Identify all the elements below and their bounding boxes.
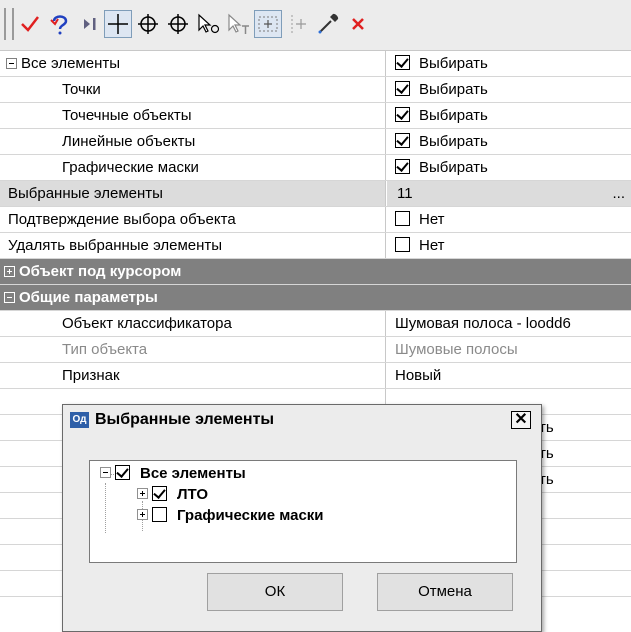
category-label: Общие параметры	[19, 289, 158, 306]
dialog-titlebar[interactable]: Од Выбранные элементы ✕	[63, 405, 541, 435]
category-label: Объект под курсором	[19, 263, 182, 280]
selected-elements-dialog: Од Выбранные элементы ✕ Все элементы ЛТО…	[62, 404, 542, 632]
eyedropper-icon[interactable]	[314, 10, 342, 38]
toolbar-grip[interactable]	[4, 8, 14, 40]
snap-line-icon[interactable]	[284, 10, 312, 38]
row-value: Выбирать	[419, 107, 488, 124]
element-tree[interactable]: Все элементы ЛТО Графические маски	[89, 460, 517, 563]
circle-crosshair-alt-icon[interactable]	[164, 10, 192, 38]
row-label: Линейные объекты	[62, 133, 196, 150]
row-value: Нет	[419, 237, 445, 254]
row-value: Выбирать	[419, 81, 488, 98]
circle-crosshair-icon[interactable]	[134, 10, 162, 38]
grid-row-selected-elements[interactable]: Выбранные элементы 11...	[0, 181, 631, 207]
grid-row-graphic-masks[interactable]: Графические маски Выбирать	[0, 155, 631, 181]
next-icon[interactable]	[76, 10, 104, 38]
row-value: Нет	[419, 211, 445, 228]
pointer-t-icon[interactable]	[224, 10, 252, 38]
cancel-button[interactable]: Отмена	[377, 573, 513, 611]
grid-row-confirm-selection[interactable]: Подтверждение выбора объекта Нет	[0, 207, 631, 233]
select-frame-icon[interactable]	[254, 10, 282, 38]
pointer-o-icon[interactable]	[194, 10, 222, 38]
collapse-icon[interactable]	[100, 467, 111, 478]
grid-row-points[interactable]: Точки Выбирать	[0, 77, 631, 103]
checkbox[interactable]	[395, 81, 410, 96]
app-icon: Од	[70, 412, 89, 428]
row-value: Новый	[395, 367, 442, 384]
grid-row-attribute[interactable]: Признак Новый	[0, 363, 631, 389]
checkbox[interactable]	[115, 465, 130, 480]
checkbox[interactable]	[395, 107, 410, 122]
grid-row-classifier-object[interactable]: Объект классификатора Шумовая полоса - l…	[0, 311, 631, 337]
grid-row-point-objects[interactable]: Точечные объекты Выбирать	[0, 103, 631, 129]
row-value: Выбирать	[419, 55, 488, 72]
checkbox[interactable]	[395, 55, 410, 70]
tree-label: Все элементы	[140, 465, 246, 482]
tree-node-graphic-masks[interactable]: Графические маски	[137, 506, 324, 526]
expand-icon[interactable]	[137, 509, 148, 520]
collapse-icon[interactable]	[4, 292, 15, 303]
row-label: Точки	[62, 81, 101, 98]
row-value: 11	[397, 185, 413, 202]
checkbox[interactable]	[152, 507, 167, 522]
grid-row-line-objects[interactable]: Линейные объекты Выбирать	[0, 129, 631, 155]
grid-row-delete-selected[interactable]: Удалять выбранные элементы Нет	[0, 233, 631, 259]
grid-row-all-elements[interactable]: Все элементы Выбирать	[0, 51, 631, 77]
row-label: Выбранные элементы	[8, 185, 163, 202]
delete-icon[interactable]	[344, 10, 372, 38]
row-label: Признак	[62, 367, 120, 384]
row-label: Подтверждение выбора объекта	[8, 211, 236, 228]
row-label: Объект классификатора	[62, 315, 232, 332]
expand-icon[interactable]	[137, 488, 148, 499]
close-button[interactable]: ✕	[511, 411, 531, 429]
toolbar	[0, 0, 631, 51]
checkbox[interactable]	[395, 211, 410, 226]
checkbox[interactable]	[152, 486, 167, 501]
checkbox[interactable]	[395, 133, 410, 148]
undo-selection-icon[interactable]	[46, 10, 74, 38]
row-label: Графические маски	[62, 159, 199, 176]
row-label: Все элементы	[21, 55, 121, 72]
grid-row-object-type[interactable]: Тип объекта Шумовые полосы	[0, 337, 631, 363]
dialog-title: Выбранные элементы	[95, 411, 275, 428]
row-label: Удалять выбранные элементы	[8, 237, 223, 254]
ellipsis-button[interactable]: ...	[612, 181, 625, 206]
row-value: Шумовые полосы	[395, 341, 518, 358]
expand-icon[interactable]	[4, 266, 15, 277]
row-label: Тип объекта	[62, 341, 148, 358]
category-general[interactable]: Общие параметры	[0, 285, 631, 311]
row-label: Точечные объекты	[62, 107, 192, 124]
row-value: Шумовая полоса - loodd6	[395, 315, 571, 332]
checkmark-icon[interactable]	[16, 10, 44, 38]
tree-node-lto[interactable]: ЛТО	[137, 485, 208, 505]
tree-label: Графические маски	[177, 507, 324, 524]
collapse-icon[interactable]	[6, 58, 17, 69]
category-cursor-object[interactable]: Объект под курсором	[0, 259, 631, 285]
crosshair-icon[interactable]	[104, 10, 132, 38]
row-value: Выбирать	[419, 133, 488, 150]
checkbox[interactable]	[395, 237, 410, 252]
checkbox[interactable]	[395, 159, 410, 174]
tree-label: ЛТО	[177, 486, 208, 503]
tree-node-root[interactable]: Все элементы	[100, 464, 246, 484]
ok-button[interactable]: ОК	[207, 573, 343, 611]
row-value: Выбирать	[419, 159, 488, 176]
